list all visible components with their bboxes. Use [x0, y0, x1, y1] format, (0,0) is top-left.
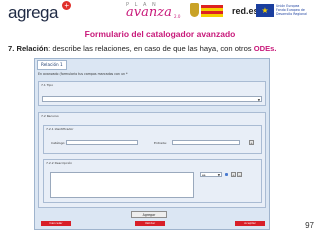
- tipo-label: 7.1 Tipo: [41, 83, 54, 87]
- red-es-logo: red.es: [232, 6, 259, 16]
- identificador-label: 7.2.1 Identificador: [46, 127, 74, 131]
- gobierno-espana-logo: [190, 3, 226, 21]
- recurso-group: 7.2 Recurso 7.2.1 Identificador Catálogo…: [38, 112, 266, 208]
- agrega-logo-text: agrega: [8, 3, 58, 22]
- section-number: 7.: [8, 44, 15, 53]
- page-title: Formulario del catalogador avanzado: [84, 29, 236, 39]
- relation-form-title: Relación 1: [37, 60, 67, 70]
- plan-avanza-version-text: 2.0: [174, 14, 181, 19]
- catalogo-input[interactable]: [66, 140, 138, 145]
- form-instruction: En avanzado (formulario tus campos marca…: [38, 72, 128, 76]
- section-accent: ODEs.: [253, 44, 277, 53]
- tipo-group: 7.1 Tipo ▼: [38, 81, 266, 106]
- tipo-select[interactable]: ▼: [42, 96, 262, 102]
- idioma-select[interactable]: es ▼: [200, 172, 222, 177]
- spain-flag-icon: [201, 5, 223, 17]
- eu-logo-line: Fondo Europeo de Desarrollo Regional: [276, 8, 307, 16]
- eu-logo-text: Unión Europea Fondo Europeo de Desarroll…: [276, 4, 318, 16]
- aceptar-button[interactable]: Aceptar: [235, 221, 265, 226]
- eu-flag-icon: ★: [256, 4, 274, 17]
- descripcion-label: 7.2.2 Descripción: [46, 161, 73, 165]
- agrega-logo: agrega +: [8, 1, 71, 23]
- idioma-value: es: [202, 173, 206, 177]
- relation-form-panel: Relación 1 En avanzado (formulario tus c…: [34, 58, 270, 230]
- descripcion-group: 7.2.2 Descripción es ▼ + −: [43, 159, 262, 203]
- agregar-button[interactable]: Agregar: [131, 211, 167, 218]
- section-text: : describe las relaciones, en caso de qu…: [48, 44, 254, 53]
- coat-of-arms-icon: [190, 3, 199, 17]
- plan-avanza-logo: P L A N avanza 2.0: [126, 2, 180, 22]
- chevron-down-icon: ▼: [257, 98, 260, 102]
- entrada-input[interactable]: [172, 140, 240, 145]
- add-identificador-button[interactable]: +: [249, 140, 254, 145]
- chevron-down-icon: ▼: [217, 173, 220, 177]
- info-icon[interactable]: [225, 173, 228, 176]
- header-logo-bar: agrega + P L A N avanza 2.0 red.es ★ Uni…: [0, 0, 320, 26]
- validar-button[interactable]: Validar: [135, 221, 165, 226]
- descripcion-textarea[interactable]: [50, 172, 194, 198]
- cancelar-button[interactable]: Cancelar: [41, 221, 71, 226]
- entrada-label: Entrada:: [154, 141, 167, 145]
- catalogo-label: Catálogo:: [51, 141, 66, 145]
- section-description: 7. Relación: describe las relaciones, en…: [8, 44, 318, 53]
- add-descripcion-button[interactable]: +: [231, 172, 236, 177]
- agrega-plus-icon: +: [62, 1, 71, 10]
- identificador-group: 7.2.1 Identificador Catálogo: Entrada: +: [43, 125, 262, 154]
- recurso-label: 7.2 Recurso: [41, 114, 59, 118]
- remove-descripcion-button[interactable]: −: [237, 172, 242, 177]
- section-label: Relación: [16, 44, 49, 53]
- page-number: 97: [305, 221, 314, 230]
- plan-avanza-big-text: avanza: [126, 5, 172, 20]
